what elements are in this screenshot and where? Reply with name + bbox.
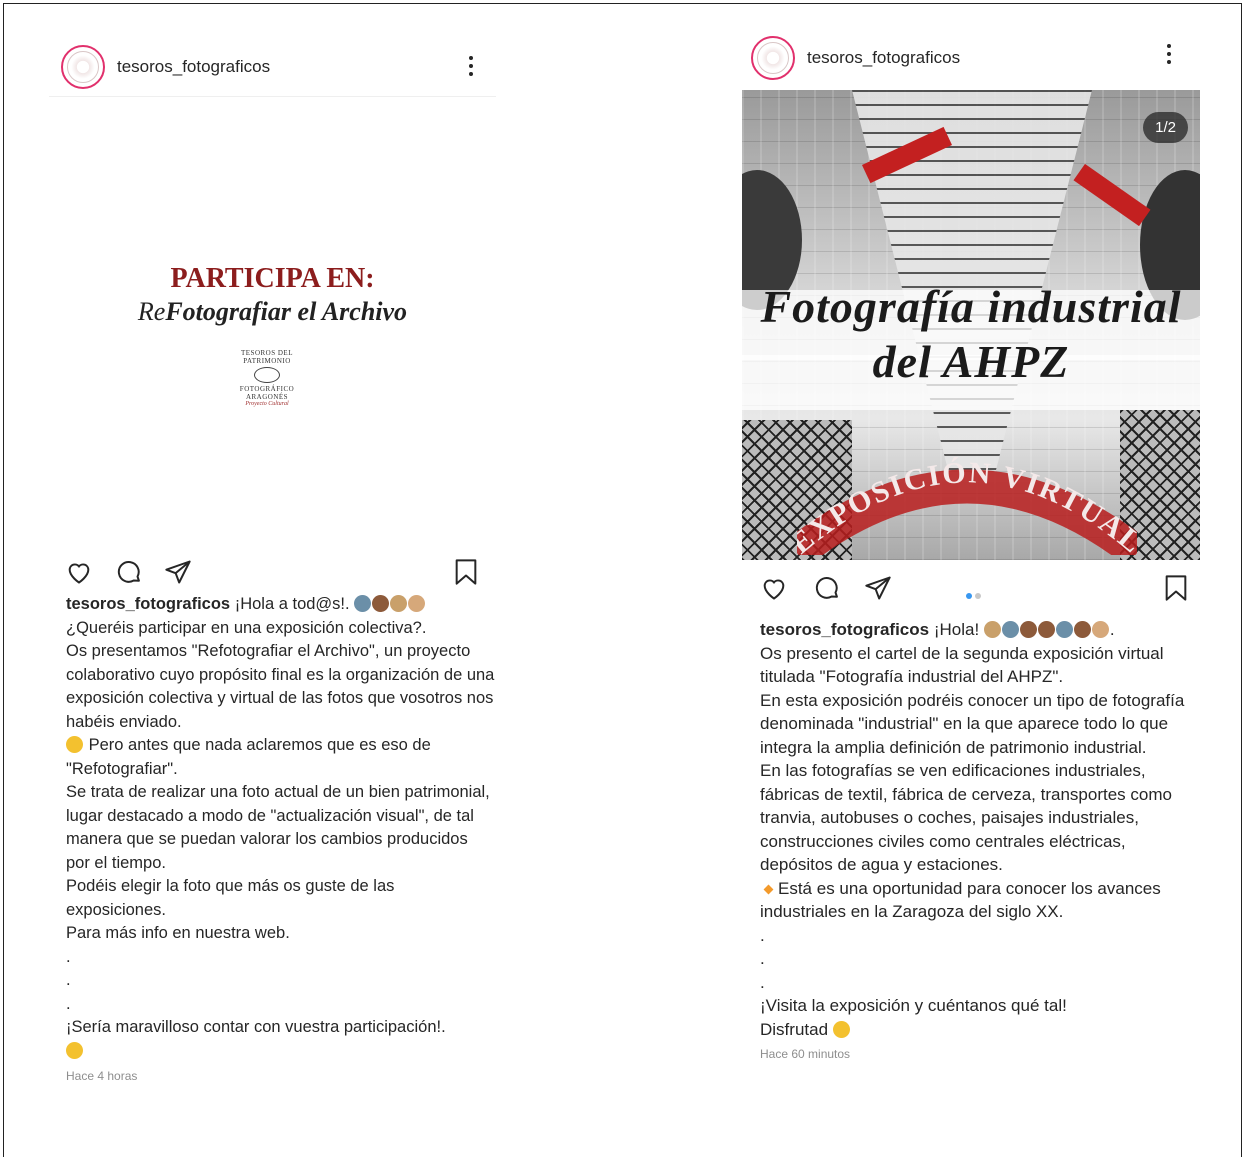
post-header: tesoros_fotograficos (742, 26, 1200, 90)
caption-line: ¡Sería maravilloso contar con vuestra pa… (66, 1018, 446, 1036)
more-options-icon[interactable] (468, 56, 474, 78)
logo-line3: Proyecto Cultural (245, 401, 289, 407)
caption-thinking-text: Pero antes que nada aclaremos que es eso… (66, 736, 431, 778)
share-icon[interactable] (164, 558, 192, 586)
caption-line: . (66, 994, 71, 1013)
caption-greeting: ¡Hola a tod@s!. (234, 595, 350, 613)
caption-line: ¡Visita la exposición y cuéntanos qué ta… (760, 996, 1067, 1015)
action-bar (49, 549, 496, 593)
caption-line: . (760, 949, 765, 968)
post-header: tesoros_fotograficos (49, 38, 496, 97)
username[interactable]: tesoros_fotograficos (807, 48, 960, 68)
bookmark-icon[interactable] (452, 558, 480, 586)
timestamp: Hace 60 minutos (760, 1047, 851, 1061)
poster-heading: PARTICIPA EN: (170, 263, 375, 294)
poster-arc-text: EXPOSICIÓN VIRTUAL (797, 456, 1137, 555)
logo-line2: FOTOGRÁFICO ARAGONÉS (239, 385, 295, 401)
avatar[interactable] (751, 36, 795, 80)
more-options-icon[interactable] (1166, 44, 1172, 66)
emoji-icon (1019, 621, 1037, 638)
username[interactable]: tesoros_fotograficos (117, 57, 270, 77)
caption-line: En las fotografías se ven edificaciones … (760, 761, 1172, 874)
emoji-icon (1037, 621, 1055, 638)
poster-title-line2: del AHPZ (872, 336, 1070, 387)
carousel-dot (975, 593, 981, 599)
logo-emblem-icon (254, 367, 280, 383)
emoji-icon (390, 595, 408, 612)
post-image[interactable]: PARTICIPA EN: ReFotografiar el Archivo T… (49, 97, 496, 549)
timestamp: Hace 4 horas (66, 1069, 138, 1083)
caption-line: Pero antes que nada aclaremos que es eso… (66, 734, 496, 781)
caption-line: Disfrutad (760, 1018, 1200, 1042)
carousel-counter: 1/2 (1143, 112, 1188, 143)
poster-title: Fotografiar el Archivo (165, 297, 408, 326)
poster-subheading: ReFotografiar el Archivo (49, 297, 496, 327)
comment-icon[interactable] (813, 574, 841, 602)
emoji-icon (1091, 621, 1109, 638)
caption-line: ¿Queréis participar en una exposición co… (66, 618, 427, 637)
caption: tesoros_fotograficos ¡Hola a tod@s!. ¿Qu… (49, 593, 496, 1063)
caption-line: Se trata de realizar una foto actual de … (66, 783, 490, 872)
caption-line: Os presento el cartel de la segunda expo… (760, 643, 1164, 687)
caption-line: Os presentamos "Refotografiar el Archivo… (66, 642, 495, 731)
emoji-icon (354, 595, 372, 612)
emoji-icon (1073, 621, 1091, 638)
caption-highlight: Está es una oportunidad para conocer los… (760, 878, 1161, 922)
thinking-face-icon (66, 736, 83, 753)
hugging-face-icon (832, 1020, 850, 1038)
caption-username[interactable]: tesoros_fotograficos (760, 620, 929, 639)
emoji-icon (983, 621, 1001, 638)
bookmark-icon[interactable] (1162, 574, 1190, 602)
post-refotografiar: tesoros_fotograficos PARTICIPA EN: ReFot… (49, 38, 496, 1083)
caption-line: . (760, 972, 765, 992)
caption: tesoros_fotograficos ¡Hola! . Os present… (742, 618, 1200, 1041)
caption-line: . (760, 925, 765, 945)
caption-line: . (66, 971, 71, 989)
caption-username[interactable]: tesoros_fotograficos (66, 595, 230, 613)
poster-title-line1: Fotografía industrial (760, 281, 1182, 332)
logo-line1: TESOROS DEL PATRIMONIO (241, 349, 293, 365)
action-bar (742, 560, 1200, 618)
hugging-face-icon (66, 1041, 83, 1059)
orange-diamond-icon (763, 884, 774, 894)
emoji-icon (1001, 621, 1019, 638)
heart-icon[interactable] (760, 574, 788, 602)
emoji-icon (372, 595, 390, 612)
carousel-dot-active (966, 593, 972, 599)
caption-first-line: tesoros_fotograficos ¡Hola a tod@s!. (66, 593, 496, 617)
caption-line: . (66, 947, 71, 966)
carousel-indicator (966, 586, 984, 604)
comment-icon[interactable] (115, 558, 143, 586)
post-image[interactable]: Fotografía industrial del AHPZ EXPOSICIÓ… (742, 90, 1200, 560)
caption-line: Podéis elegir la foto que más os guste d… (66, 877, 395, 919)
avatar[interactable] (61, 45, 105, 89)
caption-closing: Disfrutad (760, 1019, 829, 1039)
poster-re: Re (137, 297, 166, 326)
emoji-icon (1055, 621, 1073, 638)
caption-first-line: tesoros_fotograficos ¡Hola! . (760, 620, 1115, 639)
share-icon[interactable] (864, 574, 892, 602)
project-logo: TESOROS DEL PATRIMONIO FOTOGRÁFICO ARAGO… (232, 349, 302, 407)
caption-greeting: ¡Hola! (933, 620, 980, 639)
heart-icon[interactable] (65, 558, 93, 586)
caption-line: Para más info en nuestra web. (66, 924, 290, 942)
caption-line: Está es una oportunidad para conocer los… (760, 877, 1200, 924)
post-industrial: tesoros_fotograficos Fotografía industri… (742, 26, 1200, 1104)
caption-line: En esta exposición podréis conocer un ti… (760, 690, 1185, 757)
caption-line (66, 1040, 496, 1064)
emoji-icon (408, 595, 426, 612)
